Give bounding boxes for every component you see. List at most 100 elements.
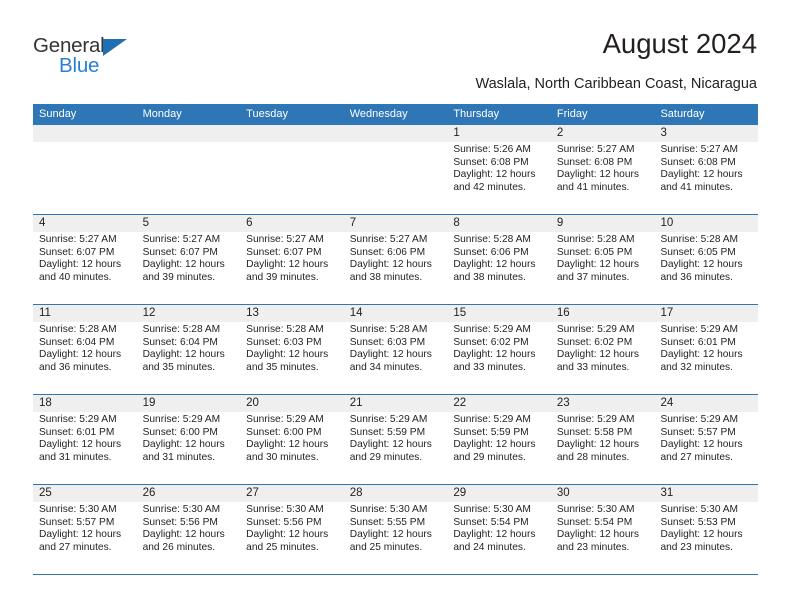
day-detail-line: Sunrise: 5:30 AM [453, 504, 531, 515]
day-number[interactable]: 16 [551, 305, 655, 322]
day-cell[interactable]: Sunrise: 5:27 AM Sunset: 6:07 PM Daylight:… [240, 232, 344, 304]
day-cell[interactable]: Sunrise: 5:29 AM Sunset: 5:59 PM Daylight:… [344, 412, 448, 484]
day-number[interactable]: 25 [33, 485, 137, 502]
day-detail-line: Sunset: 6:02 PM [453, 336, 529, 348]
day-detail-line: Daylight: 12 hours [142, 349, 225, 361]
day-number[interactable]: 12 [137, 305, 241, 322]
day-cell[interactable]: Sunrise: 5:29 AM Sunset: 6:00 PM Daylight:… [137, 412, 241, 484]
day-number[interactable]: 22 [447, 395, 551, 412]
day-number[interactable]: 29 [447, 485, 551, 502]
day-number[interactable]: 11 [33, 305, 137, 322]
day-number[interactable]: 31 [654, 485, 758, 502]
day-cell[interactable]: Sunrise: 5:26 AM Sunset: 6:08 PM Daylight:… [447, 142, 551, 214]
day-cell[interactable]: Sunrise: 5:28 AM Sunset: 6:04 PM Daylight:… [33, 322, 137, 394]
day-cell[interactable]: Sunrise: 5:30 AM Sunset: 5:57 PM Daylight:… [33, 502, 137, 574]
day-detail-line: Daylight: 12 hours [556, 169, 640, 181]
day-cell[interactable]: Sunrise: 5:30 AM Sunset: 5:53 PM Daylight:… [654, 502, 758, 574]
day-cell[interactable]: Sunrise: 5:28 AM Sunset: 6:05 PM Daylight:… [654, 232, 758, 304]
location-subtitle: Waslala, North Caribbean Coast, Nicaragu… [475, 76, 757, 92]
day-detail-line: and 37 minutes. [556, 271, 630, 283]
day-cell[interactable]: Sunrise: 5:30 AM Sunset: 5:56 PM Daylight:… [137, 502, 241, 574]
day-cell[interactable]: Sunrise: 5:30 AM Sunset: 5:54 PM Daylight:… [447, 502, 551, 574]
day-cell[interactable]: Sunrise: 5:29 AM Sunset: 6:00 PM Daylight:… [240, 412, 344, 484]
day-cell[interactable]: Sunrise: 5:29 AM Sunset: 6:02 PM Daylight:… [551, 322, 655, 394]
day-detail-line: and 29 minutes. [349, 451, 423, 463]
day-cell[interactable]: Sunrise: 5:27 AM Sunset: 6:08 PM Daylight:… [551, 142, 655, 214]
day-detail-line: Sunrise: 5:29 AM [556, 414, 635, 425]
day-number[interactable]: 17 [654, 305, 758, 322]
day-number[interactable]: 4 [33, 215, 137, 232]
day-detail-line: Daylight: 12 hours [246, 439, 329, 451]
day-cell[interactable]: Sunrise: 5:29 AM Sunset: 6:02 PM Daylight:… [447, 322, 551, 394]
day-detail-line: Sunset: 6:04 PM [39, 336, 115, 348]
day-detail-line: Daylight: 12 hours [660, 169, 743, 181]
day-cell[interactable]: Sunrise: 5:30 AM Sunset: 5:56 PM Daylight:… [240, 502, 344, 574]
day-cell[interactable]: Sunrise: 5:28 AM Sunset: 6:06 PM Daylight:… [447, 232, 551, 304]
generalblue-logo[interactable]: General Blue [33, 34, 163, 84]
day-number[interactable]: 24 [654, 395, 758, 412]
day-number[interactable]: 3 [654, 125, 758, 142]
day-cell[interactable]: Sunrise: 5:30 AM Sunset: 5:55 PM Daylight:… [344, 502, 448, 574]
day-detail-line: and 40 minutes. [39, 271, 112, 283]
day-number[interactable]: 8 [447, 215, 551, 232]
day-number[interactable]: 14 [344, 305, 448, 322]
day-cell[interactable]: Sunrise: 5:29 AM Sunset: 5:59 PM Daylight:… [447, 412, 551, 484]
day-detail-line: and 27 minutes. [660, 451, 733, 463]
day-detail-line: and 41 minutes. [660, 181, 733, 193]
logo-triangle-icon [103, 39, 127, 56]
day-cell[interactable]: Sunrise: 5:29 AM Sunset: 6:01 PM Daylight:… [33, 412, 137, 484]
day-cell[interactable]: Sunrise: 5:28 AM Sunset: 6:03 PM Daylight:… [240, 322, 344, 394]
day-detail-line: and 39 minutes. [246, 271, 319, 283]
day-of-week-thursday: Thursday [453, 108, 500, 120]
day-detail-line: Sunset: 6:07 PM [39, 246, 115, 258]
day-detail-line: Sunrise: 5:27 AM [349, 234, 428, 245]
day-number[interactable]: 1 [447, 125, 551, 142]
day-detail-line: Sunset: 5:57 PM [660, 426, 736, 438]
day-detail-line: Daylight: 12 hours [453, 439, 536, 451]
day-number[interactable]: 6 [240, 215, 344, 232]
day-cell[interactable]: Sunrise: 5:27 AM Sunset: 6:06 PM Daylight:… [344, 232, 448, 304]
day-number[interactable]: 2 [551, 125, 655, 142]
day-number[interactable]: 20 [240, 395, 344, 412]
day-number[interactable]: 21 [344, 395, 448, 412]
day-detail-line: Sunset: 5:57 PM [39, 516, 115, 528]
day-number[interactable]: 13 [240, 305, 344, 322]
day-detail-line: and 38 minutes. [453, 271, 526, 283]
calendar-week-row: 25 26 27 28 29 30 31 Sunrise: 5:30 AM Sunset: 5:… [33, 484, 758, 574]
day-detail-line: and 31 minutes. [39, 451, 112, 463]
day-number[interactable]: 23 [551, 395, 655, 412]
day-cell[interactable]: Sunrise: 5:27 AM Sunset: 6:08 PM Daylight:… [654, 142, 758, 214]
day-number[interactable]: 15 [447, 305, 551, 322]
day-number[interactable]: 19 [137, 395, 241, 412]
day-detail-line: Sunset: 6:01 PM [39, 426, 115, 438]
day-number[interactable]: 18 [33, 395, 137, 412]
day-detail-line: Sunset: 6:08 PM [660, 156, 736, 168]
day-cell[interactable]: Sunrise: 5:28 AM Sunset: 6:05 PM Daylight:… [551, 232, 655, 304]
day-number[interactable]: 10 [654, 215, 758, 232]
day-cell[interactable]: Sunrise: 5:27 AM Sunset: 6:07 PM Daylight:… [137, 232, 241, 304]
day-number[interactable]: 30 [551, 485, 655, 502]
day-number[interactable]: 28 [344, 485, 448, 502]
day-cell[interactable]: Sunrise: 5:30 AM Sunset: 5:54 PM Daylight:… [551, 502, 655, 574]
empty-day-cell [33, 142, 137, 214]
day-number[interactable]: 9 [551, 215, 655, 232]
day-cell[interactable]: Sunrise: 5:29 AM Sunset: 6:01 PM Daylight:… [654, 322, 758, 394]
day-number[interactable]: 26 [137, 485, 241, 502]
day-cell[interactable]: Sunrise: 5:29 AM Sunset: 5:58 PM Daylight:… [551, 412, 655, 484]
day-detail-line: and 31 minutes. [142, 451, 216, 463]
day-cell[interactable]: Sunrise: 5:27 AM Sunset: 6:07 PM Daylight:… [33, 232, 137, 304]
day-detail-line: Sunset: 6:05 PM [660, 246, 736, 258]
day-number[interactable]: 27 [240, 485, 344, 502]
day-cell[interactable]: Sunrise: 5:28 AM Sunset: 6:04 PM Daylight:… [137, 322, 241, 394]
day-detail-line: Sunset: 6:05 PM [556, 246, 633, 258]
day-number[interactable]: 7 [344, 215, 448, 232]
day-number[interactable]: 5 [137, 215, 241, 232]
day-detail-line: Sunrise: 5:27 AM [556, 144, 635, 155]
day-detail-line: Sunrise: 5:30 AM [556, 504, 635, 515]
day-detail-line: Daylight: 12 hours [453, 259, 536, 271]
day-detail-line: Sunset: 6:04 PM [142, 336, 218, 348]
day-cell[interactable]: Sunrise: 5:29 AM Sunset: 5:57 PM Daylight:… [654, 412, 758, 484]
day-detail-line: and 23 minutes. [660, 541, 733, 553]
calendar-week-row: 18 19 20 21 22 23 24 Sunrise: 5:29 AM Sunset: 6:… [33, 394, 758, 484]
day-cell[interactable]: Sunrise: 5:28 AM Sunset: 6:03 PM Daylight:… [344, 322, 448, 394]
